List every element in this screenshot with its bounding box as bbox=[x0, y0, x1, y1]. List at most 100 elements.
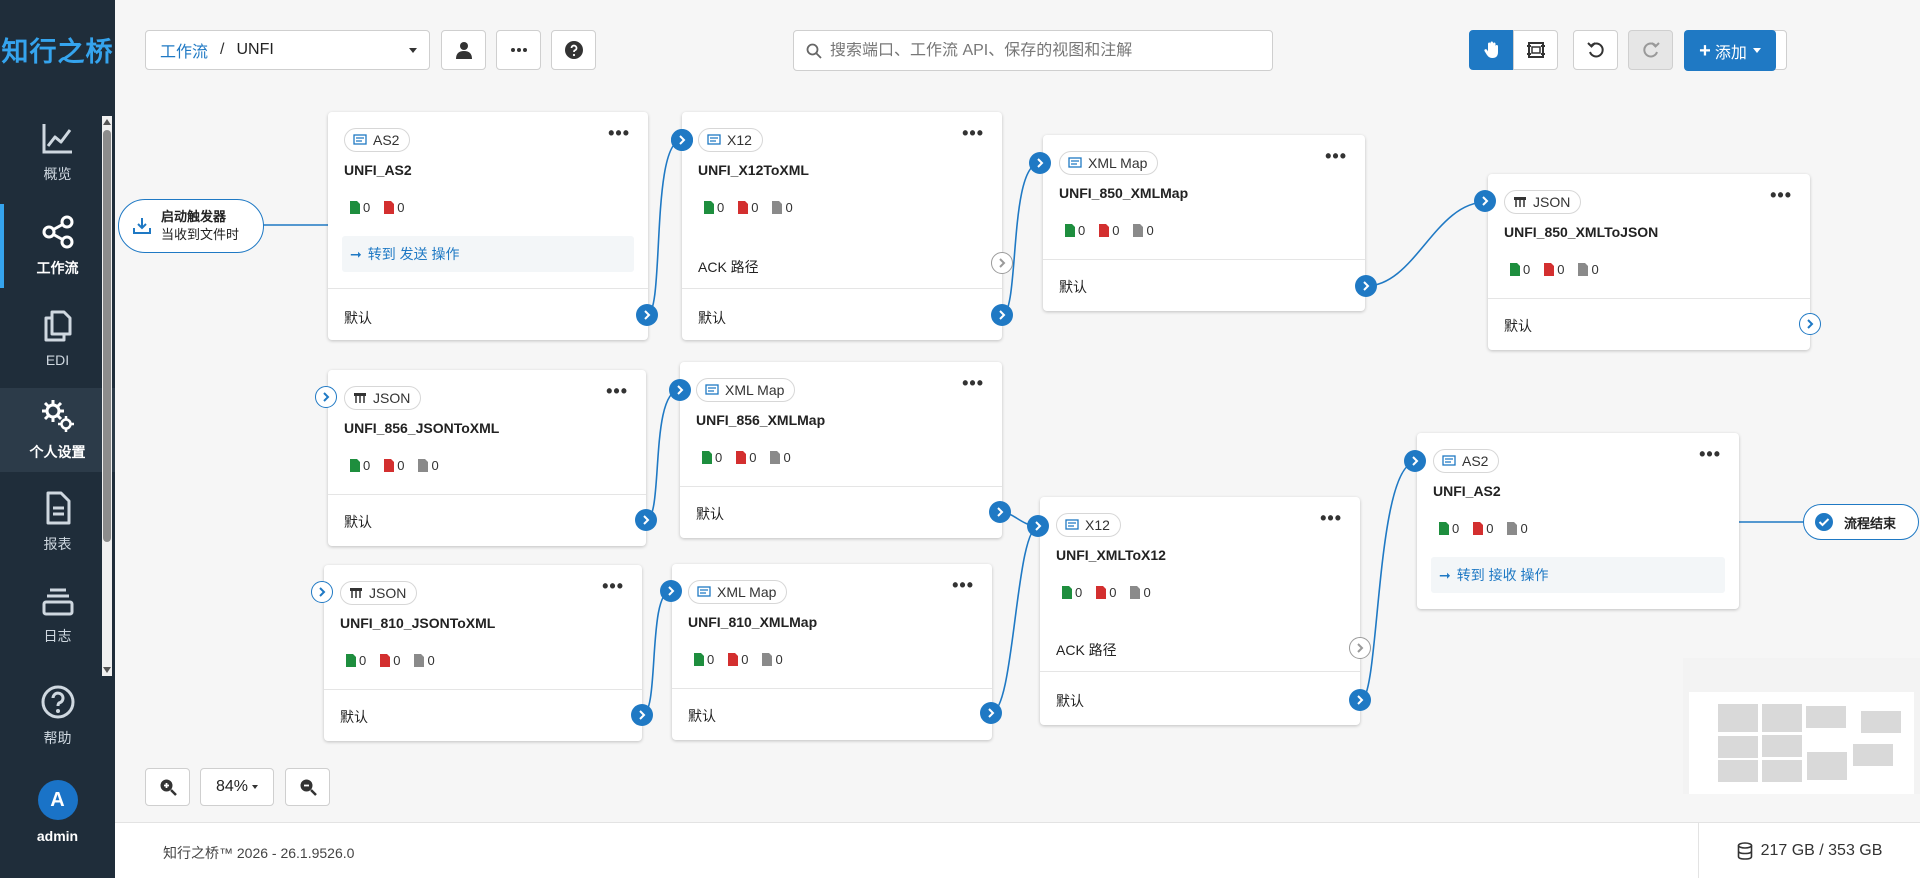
card-menu-icon[interactable]: ••• bbox=[1770, 186, 1792, 204]
ack-port[interactable] bbox=[991, 252, 1013, 274]
success-count: 0 bbox=[350, 200, 370, 215]
error-count: 0 bbox=[384, 200, 404, 215]
undo-button[interactable] bbox=[1573, 30, 1618, 70]
file-pending-icon bbox=[418, 459, 429, 472]
scroll-down-arrow[interactable] bbox=[103, 667, 111, 673]
scroll-up-arrow[interactable] bbox=[103, 119, 111, 125]
connector-card-unfi-856-xmlmap[interactable]: XML Map ••• UNFI_856_XMLMap 0 0 0 默认 bbox=[680, 362, 1002, 538]
gears-icon bbox=[41, 400, 74, 432]
input-port[interactable] bbox=[669, 379, 691, 401]
file-error-icon bbox=[1473, 522, 1484, 535]
fit-view-button[interactable] bbox=[1513, 30, 1558, 70]
help-button[interactable] bbox=[551, 30, 596, 70]
connector-name: UNFI_AS2 bbox=[1433, 483, 1501, 499]
output-port[interactable] bbox=[989, 501, 1011, 523]
connector-card-unfi-as2-receive[interactable]: AS2 ••• UNFI_AS2 0 0 0 ➞ 转到 接收 操作 bbox=[1417, 433, 1739, 609]
more-button[interactable] bbox=[496, 30, 541, 70]
output-port[interactable] bbox=[980, 702, 1002, 724]
card-menu-icon[interactable]: ••• bbox=[1320, 509, 1342, 527]
minimap[interactable] bbox=[1683, 658, 1920, 794]
card-menu-icon[interactable]: ••• bbox=[1699, 445, 1721, 463]
file-success-icon bbox=[1439, 522, 1449, 535]
input-port[interactable] bbox=[311, 581, 333, 603]
output-port[interactable] bbox=[636, 304, 658, 326]
card-menu-icon[interactable]: ••• bbox=[602, 577, 624, 595]
input-port-connected[interactable] bbox=[671, 129, 693, 151]
connector-card-unfi-810-xmlmap[interactable]: XML Map ••• UNFI_810_XMLMap 0 0 0 默认 bbox=[672, 564, 992, 740]
breadcrumb[interactable]: 工作流 / UNFI bbox=[145, 30, 430, 70]
input-port[interactable] bbox=[1404, 450, 1426, 472]
chevron-right-icon bbox=[1412, 456, 1419, 466]
output-port[interactable] bbox=[1349, 689, 1371, 711]
input-port[interactable] bbox=[1474, 190, 1496, 212]
sidebar-item-workflow[interactable]: 工作流 bbox=[0, 204, 115, 288]
connector-card-unfi-850-xmltojson[interactable]: JSON ••• UNFI_850_XMLToJSON 0 0 0 默认 bbox=[1488, 174, 1810, 350]
redo-button[interactable] bbox=[1628, 30, 1673, 70]
input-port[interactable] bbox=[315, 386, 337, 408]
goto-receive-action[interactable]: ➞ 转到 接收 操作 bbox=[1431, 557, 1725, 593]
minimap-viewport[interactable] bbox=[1689, 692, 1914, 794]
file-error-icon bbox=[1096, 586, 1107, 599]
output-port[interactable] bbox=[631, 704, 653, 726]
input-port[interactable] bbox=[1027, 515, 1049, 537]
card-menu-icon[interactable]: ••• bbox=[608, 124, 630, 142]
chart-line-icon bbox=[42, 124, 72, 154]
card-menu-icon[interactable]: ••• bbox=[962, 124, 984, 142]
chevron-right-icon bbox=[668, 586, 675, 596]
user-button[interactable] bbox=[441, 30, 486, 70]
file-counts: 0 0 0 bbox=[350, 458, 439, 473]
connector-card-unfi-856-jsontoxml[interactable]: JSON ••• UNFI_856_JSONToXML 0 0 0 默认 bbox=[328, 370, 646, 546]
redo-icon bbox=[1642, 42, 1660, 58]
flow-end[interactable]: 流程结束 bbox=[1803, 504, 1919, 540]
sidebar-item-help[interactable]: 帮助 bbox=[0, 674, 115, 758]
search-input[interactable] bbox=[830, 41, 1260, 60]
card-menu-icon[interactable]: ••• bbox=[606, 382, 628, 400]
file-success-icon bbox=[702, 451, 712, 464]
card-menu-icon[interactable]: ••• bbox=[1325, 147, 1347, 165]
chevron-right-icon bbox=[999, 310, 1006, 320]
connector-type-label: XML Map bbox=[717, 584, 777, 600]
connector-card-unfi-xmltox12[interactable]: X12 ••• UNFI_XMLToX12 0 0 0 ACK 路径 默认 bbox=[1040, 497, 1360, 725]
sidebar-item-reports[interactable]: 报表 bbox=[0, 480, 115, 564]
plus-icon: + bbox=[1699, 39, 1711, 62]
workflow-canvas[interactable]: 启动触发器 当收到文件时 AS2 ••• UNFI_AS2 0 0 ➞ 转到 发… bbox=[115, 100, 1920, 822]
breadcrumb-root[interactable]: 工作流 bbox=[160, 38, 208, 62]
connector-card-unfi-850-xmlmap[interactable]: XML Map ••• UNFI_850_XMLMap 0 0 0 默认 bbox=[1043, 135, 1365, 311]
connector-type-badge: JSON bbox=[344, 386, 422, 410]
sidebar-item-label: 帮助 bbox=[43, 730, 72, 746]
connector-card-unfi-x12toxml[interactable]: X12 ••• UNFI_X12ToXML 0 0 0 ACK 路径 默认 bbox=[682, 112, 1002, 340]
output-port[interactable] bbox=[991, 304, 1013, 326]
output-port[interactable] bbox=[635, 509, 657, 531]
card-menu-icon[interactable]: ••• bbox=[952, 576, 974, 594]
zoom-out-button[interactable] bbox=[285, 768, 330, 806]
file-error-icon bbox=[736, 451, 747, 464]
output-port[interactable] bbox=[1799, 313, 1821, 335]
sidebar-item-edi[interactable]: EDI bbox=[0, 296, 115, 380]
user-menu[interactable]: A admin bbox=[0, 770, 115, 854]
minimap-node bbox=[1806, 706, 1846, 728]
zoom-level-dropdown[interactable]: 84% bbox=[200, 768, 274, 806]
connector-card-unfi-as2[interactable]: AS2 ••• UNFI_AS2 0 0 ➞ 转到 发送 操作 默认 bbox=[328, 112, 648, 340]
app-logo[interactable]: 知行之桥 bbox=[0, 30, 115, 69]
chevron-down-icon[interactable] bbox=[409, 48, 417, 53]
ack-port[interactable] bbox=[1349, 637, 1371, 659]
scrollbar-thumb[interactable] bbox=[103, 130, 111, 542]
goto-send-action[interactable]: ➞ 转到 发送 操作 bbox=[342, 236, 634, 272]
output-port[interactable] bbox=[1355, 275, 1377, 297]
sidebar-item-overview[interactable]: 概览 bbox=[0, 110, 115, 194]
sidebar-item-logs[interactable]: 日志 bbox=[0, 572, 115, 656]
card-menu-icon[interactable]: ••• bbox=[962, 374, 984, 392]
zoom-in-button[interactable] bbox=[145, 768, 190, 806]
sidebar-item-settings[interactable]: 个人设置 bbox=[0, 388, 115, 472]
pan-mode-button[interactable] bbox=[1469, 30, 1514, 70]
file-success-icon bbox=[1065, 224, 1075, 237]
search-box[interactable] bbox=[793, 30, 1273, 71]
connector-card-unfi-810-jsontoxml[interactable]: JSON ••• UNFI_810_JSONToXML 0 0 0 默认 bbox=[324, 565, 642, 741]
divider bbox=[324, 689, 642, 690]
start-trigger[interactable]: 启动触发器 当收到文件时 bbox=[118, 199, 264, 253]
add-button[interactable]: + 添加 bbox=[1684, 30, 1776, 71]
sidebar-scrollbar[interactable] bbox=[102, 116, 112, 676]
input-port[interactable] bbox=[1029, 152, 1051, 174]
input-port[interactable] bbox=[660, 580, 682, 602]
connector-type-badge: JSON bbox=[1504, 190, 1582, 214]
